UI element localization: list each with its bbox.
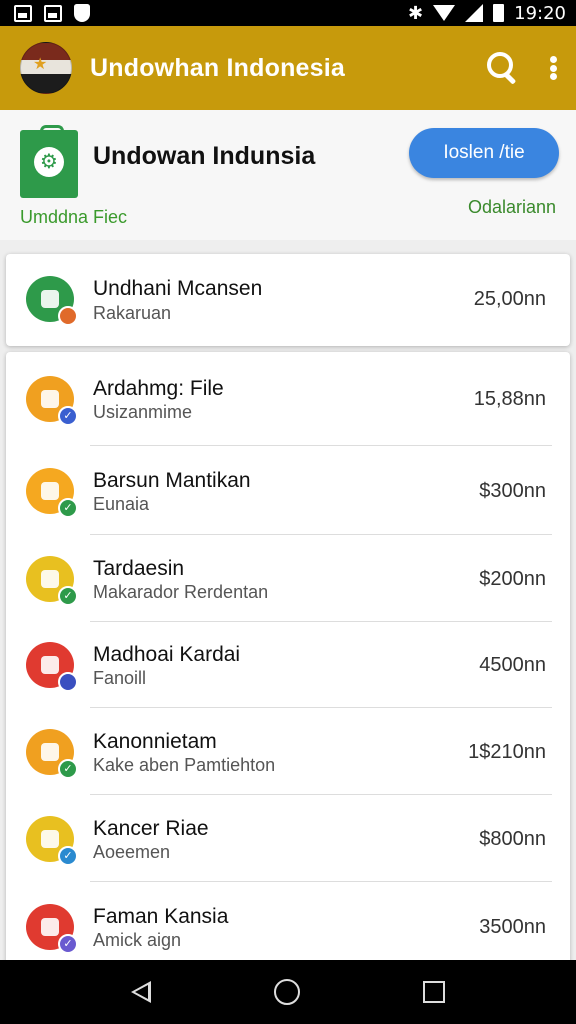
item-price: $300nn (479, 480, 546, 502)
item-price: 3500nn (479, 916, 546, 938)
item-check-badge-icon: ✓ (58, 934, 78, 954)
header-title: Undowan Indunsia (93, 142, 316, 170)
item-check-badge-icon: ✓ (58, 406, 78, 426)
navigation-bar (0, 960, 576, 1024)
item-subtitle: Fanoill (93, 668, 147, 688)
featured-badge-icon (58, 306, 78, 326)
featured-item[interactable]: Undhani Mcansen Rakaruan 25,00nn (6, 254, 570, 346)
header-card: Undowan Indunsia Ioslen /tie Umddna Fiec… (0, 110, 576, 240)
recent-apps-icon[interactable] (422, 981, 445, 1003)
image-icon (14, 4, 32, 22)
featured-subtitle: Rakaruan (93, 303, 172, 323)
shield-icon (74, 4, 90, 22)
header-subtitle-left[interactable]: Umddna Fiec (20, 207, 127, 228)
item-price: $200nn (479, 568, 546, 590)
list-item[interactable]: ✓ Kanonnietam Kake aben Pamtiehton 1$210nn (6, 708, 570, 795)
item-subtitle: Kake aben Pamtiehton (93, 755, 276, 775)
item-title: Ardahmg: File (93, 377, 224, 400)
item-title: Tardaesin (93, 557, 185, 580)
wifi-icon (433, 5, 456, 21)
item-avatar: ✓ (24, 372, 78, 426)
system-icons: ✱ 19:20 (408, 3, 566, 24)
list-item[interactable]: ✓ Faman Kansia Amick aign 3500nn (6, 882, 570, 972)
status-bar: ✱ 19:20 (0, 0, 576, 26)
featured-title: Undhani Mcansen (93, 277, 263, 300)
item-avatar: ✓ (24, 900, 78, 954)
item-avatar: ✓ (24, 464, 78, 518)
battery-icon (493, 4, 505, 22)
signal-icon (465, 4, 484, 22)
header-subtitle-right[interactable]: Odalariann (468, 197, 556, 218)
list-item[interactable]: ✓ Barsun Mantikan Eunaia $300nn (6, 446, 570, 535)
item-subtitle: Makarador Rerdentan (93, 582, 269, 602)
item-subtitle: Amick aign (93, 930, 182, 950)
notification-icons (14, 4, 90, 22)
list-item[interactable]: ✓ Tardaesin Makarador Rerdentan $200nn (6, 535, 570, 622)
bluetooth-icon: ✱ (408, 2, 424, 24)
status-time: 19:20 (514, 2, 566, 24)
list-item[interactable]: Madhoai Kardai Fanoill 4500nn (6, 622, 570, 708)
item-subtitle: Eunaia (93, 494, 150, 514)
item-avatar (24, 638, 78, 692)
item-title: Kanonnietam (93, 730, 217, 753)
featured-avatar (24, 272, 78, 326)
item-title: Kancer Riae (93, 817, 209, 840)
item-check-badge-icon: ✓ (58, 846, 78, 866)
search-icon[interactable] (482, 48, 522, 88)
item-price: 4500nn (479, 654, 546, 676)
more-vert-icon[interactable] (548, 53, 558, 83)
list-item[interactable]: ✓ Kancer Riae Aoeemen $800nn (6, 795, 570, 882)
item-avatar: ✓ (24, 812, 78, 866)
item-check-badge-icon: ✓ (58, 759, 78, 779)
home-icon[interactable] (273, 979, 300, 1005)
item-check-badge-icon (58, 672, 78, 692)
photo-icon (44, 4, 62, 22)
item-check-badge-icon: ✓ (58, 498, 78, 518)
header-action-button[interactable]: Ioslen /tie (409, 128, 559, 178)
list-item[interactable]: ✓ Ardahmg: File Usizanmime 15,88nn (6, 352, 570, 446)
item-subtitle: Usizanmime (93, 402, 193, 422)
item-price: $800nn (479, 828, 546, 850)
item-list: ✓ Ardahmg: File Usizanmime 15,88nn ✓ Barsun M… (6, 352, 570, 972)
back-icon[interactable] (131, 981, 152, 1003)
item-title: Faman Kansia (93, 905, 229, 928)
item-avatar: ✓ (24, 552, 78, 606)
item-title: Madhoai Kardai (93, 643, 241, 666)
flag-logo[interactable] (20, 42, 72, 94)
document-icon (20, 125, 78, 198)
item-price: 1$210nn (468, 741, 546, 763)
app-title: Undowhan Indonesia (90, 53, 345, 82)
app-bar: Undowhan Indonesia (0, 26, 576, 110)
item-price: 15,88nn (473, 388, 546, 410)
item-title: Barsun Mantikan (93, 469, 251, 492)
featured-price: 25,00nn (473, 288, 546, 310)
item-check-badge-icon: ✓ (58, 586, 78, 606)
item-subtitle: Aoeemen (93, 842, 171, 862)
item-avatar: ✓ (24, 725, 78, 779)
